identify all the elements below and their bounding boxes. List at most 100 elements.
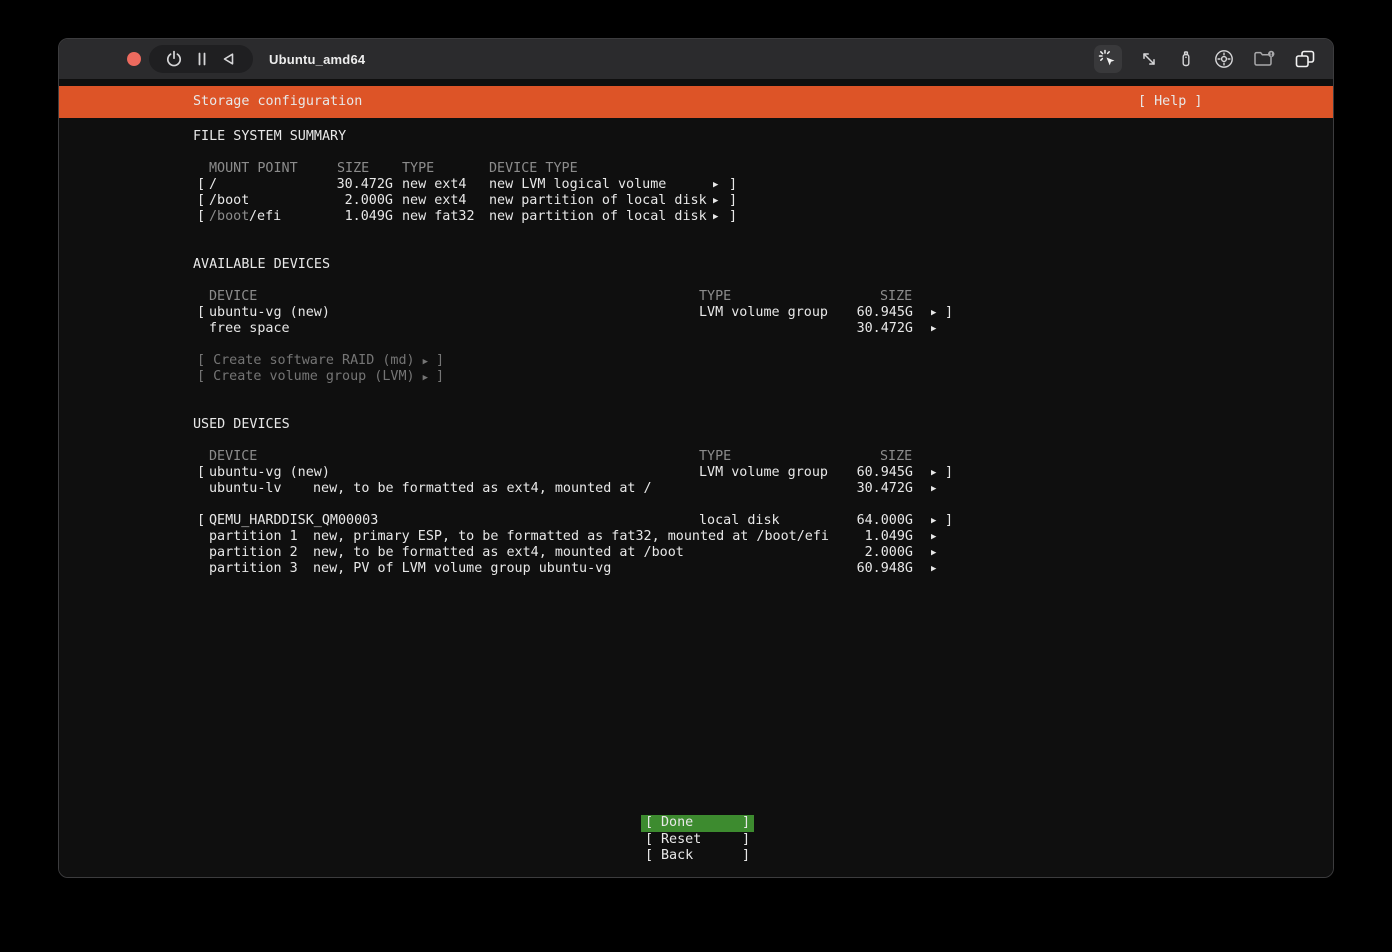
create-raid-action[interactable]: [ Create software RAID (md) ▶ ]: [197, 353, 444, 370]
fss-col-size: SIZE: [337, 161, 369, 177]
capture-cursor-button[interactable]: [1094, 45, 1122, 73]
resize-button[interactable]: [1138, 48, 1160, 70]
toolbar-right: [1094, 39, 1317, 79]
used-col-device: DEVICE: [209, 449, 257, 465]
fss-col-device-type: DEVICE TYPE: [489, 161, 578, 177]
device-type: LVM volume group: [699, 305, 828, 321]
partition-name: partition 1: [209, 529, 298, 545]
mount-point: /boot: [209, 193, 249, 209]
partition-name: partition 2: [209, 545, 298, 561]
bracket-left: [: [645, 848, 653, 864]
bracket-right: ]: [945, 465, 953, 481]
expand-arrow-icon: ▶: [931, 465, 936, 481]
desktop-background: Ubuntu_amd64: [0, 0, 1392, 952]
optical-disc-icon: [1212, 47, 1236, 71]
bracket-left: [: [197, 513, 205, 529]
bracket-right: ]: [436, 369, 444, 385]
vm-control-pill: [149, 45, 253, 73]
vm-window: Ubuntu_amd64: [58, 38, 1334, 878]
device-type: new LVM logical volume: [489, 177, 666, 193]
usb-device-icon: [1176, 49, 1196, 69]
disc-button[interactable]: [1212, 47, 1236, 71]
fs-type: new ext4: [402, 193, 467, 209]
bracket-right: ]: [729, 193, 737, 209]
reset-button-label: Reset: [661, 832, 701, 848]
bracket-left: [: [197, 209, 205, 225]
expand-arrow-icon: ▶: [931, 529, 936, 545]
used-col-size: SIZE: [880, 449, 912, 465]
done-button[interactable]: [ Done ]: [641, 815, 754, 832]
terminal-screen: Storage configuration [ Help ] FILE SYST…: [59, 79, 1333, 877]
restart-button[interactable]: [220, 50, 238, 68]
bracket-right: ]: [729, 177, 737, 193]
avail-col-device: DEVICE: [209, 289, 257, 305]
volume-description: new, to be formatted as ext4, mounted at…: [313, 481, 652, 497]
bracket-left: [: [197, 177, 205, 193]
device-name: free space: [209, 321, 290, 337]
device-name: QEMU_HARDDISK_QM00003: [209, 513, 378, 529]
device-type: new partition of local disk: [489, 193, 707, 209]
bracket-right: ]: [742, 815, 750, 831]
used-section-title: USED DEVICES: [193, 417, 290, 433]
fss-col-type: TYPE: [402, 161, 434, 177]
expand-arrow-icon: ▶: [931, 305, 936, 321]
expand-arrow-icon: ▶: [931, 561, 936, 577]
device-name: ubuntu-vg (new): [209, 465, 330, 481]
pause-icon: [193, 50, 211, 68]
shared-folder-button[interactable]: [1252, 48, 1277, 70]
avail-col-type: TYPE: [699, 289, 731, 305]
action-label: Create software RAID (md): [213, 353, 415, 369]
size-value: 64.000G: [815, 513, 913, 529]
pause-button[interactable]: [193, 50, 211, 68]
size-value: 2.000G: [305, 193, 393, 209]
expand-arrow-icon: ▶: [931, 545, 936, 561]
create-vg-action[interactable]: [ Create volume group (LVM) ▶ ]: [197, 369, 444, 386]
bracket-right: ]: [436, 353, 444, 369]
bracket-right: ]: [945, 513, 953, 529]
partition-name: partition 3: [209, 561, 298, 577]
page-title: Storage configuration: [193, 94, 362, 110]
reset-button[interactable]: [ Reset ]: [641, 832, 754, 849]
bracket-right: ]: [742, 848, 750, 864]
usb-button[interactable]: [1176, 49, 1196, 69]
device-type: LVM volume group: [699, 465, 828, 481]
partition-description: new, primary ESP, to be formatted as fat…: [313, 529, 829, 545]
size-value: 60.948G: [815, 561, 913, 577]
size-value: 30.472G: [815, 481, 913, 497]
size-value: 30.472G: [305, 177, 393, 193]
power-button[interactable]: [164, 49, 184, 69]
overlapping-windows-icon: [1293, 48, 1317, 70]
bracket-left: [: [197, 353, 205, 369]
device-type: new partition of local disk: [489, 209, 707, 225]
bracket-left: [: [197, 193, 205, 209]
expand-arrow-icon: ▶: [713, 193, 718, 209]
resize-diagonal-icon: [1138, 48, 1160, 70]
titlebar[interactable]: Ubuntu_amd64: [59, 39, 1333, 79]
size-value: 1.049G: [815, 529, 913, 545]
expand-arrow-icon: ▶: [713, 177, 718, 193]
bracket-right: ]: [729, 209, 737, 225]
size-value: 60.945G: [815, 305, 913, 321]
mount-point: /efi: [249, 209, 281, 225]
cursor-capture-icon: [1097, 48, 1119, 70]
partition-description: new, PV of LVM volume group ubuntu-vg: [313, 561, 611, 577]
window-title: Ubuntu_amd64: [269, 39, 365, 79]
back-button[interactable]: [ Back ]: [641, 848, 754, 865]
fs-type: new fat32: [402, 209, 475, 225]
size-value: 30.472G: [815, 321, 913, 337]
bracket-left: [: [645, 832, 653, 848]
available-section-title: AVAILABLE DEVICES: [193, 257, 330, 273]
window-switcher-button[interactable]: [1293, 48, 1317, 70]
avail-col-size: SIZE: [880, 289, 912, 305]
size-value: 1.049G: [305, 209, 393, 225]
device-name: ubuntu-vg (new): [209, 305, 330, 321]
used-col-type: TYPE: [699, 449, 731, 465]
help-button[interactable]: [ Help ]: [1138, 94, 1203, 110]
expand-arrow-icon: ▶: [931, 513, 936, 529]
close-button[interactable]: [127, 52, 141, 66]
bracket-left: [: [645, 815, 653, 831]
power-icon: [164, 49, 184, 69]
folder-badge-icon: [1252, 48, 1277, 70]
expand-arrow-icon: ▶: [423, 354, 428, 370]
installer-header: Storage configuration [ Help ]: [59, 86, 1333, 118]
